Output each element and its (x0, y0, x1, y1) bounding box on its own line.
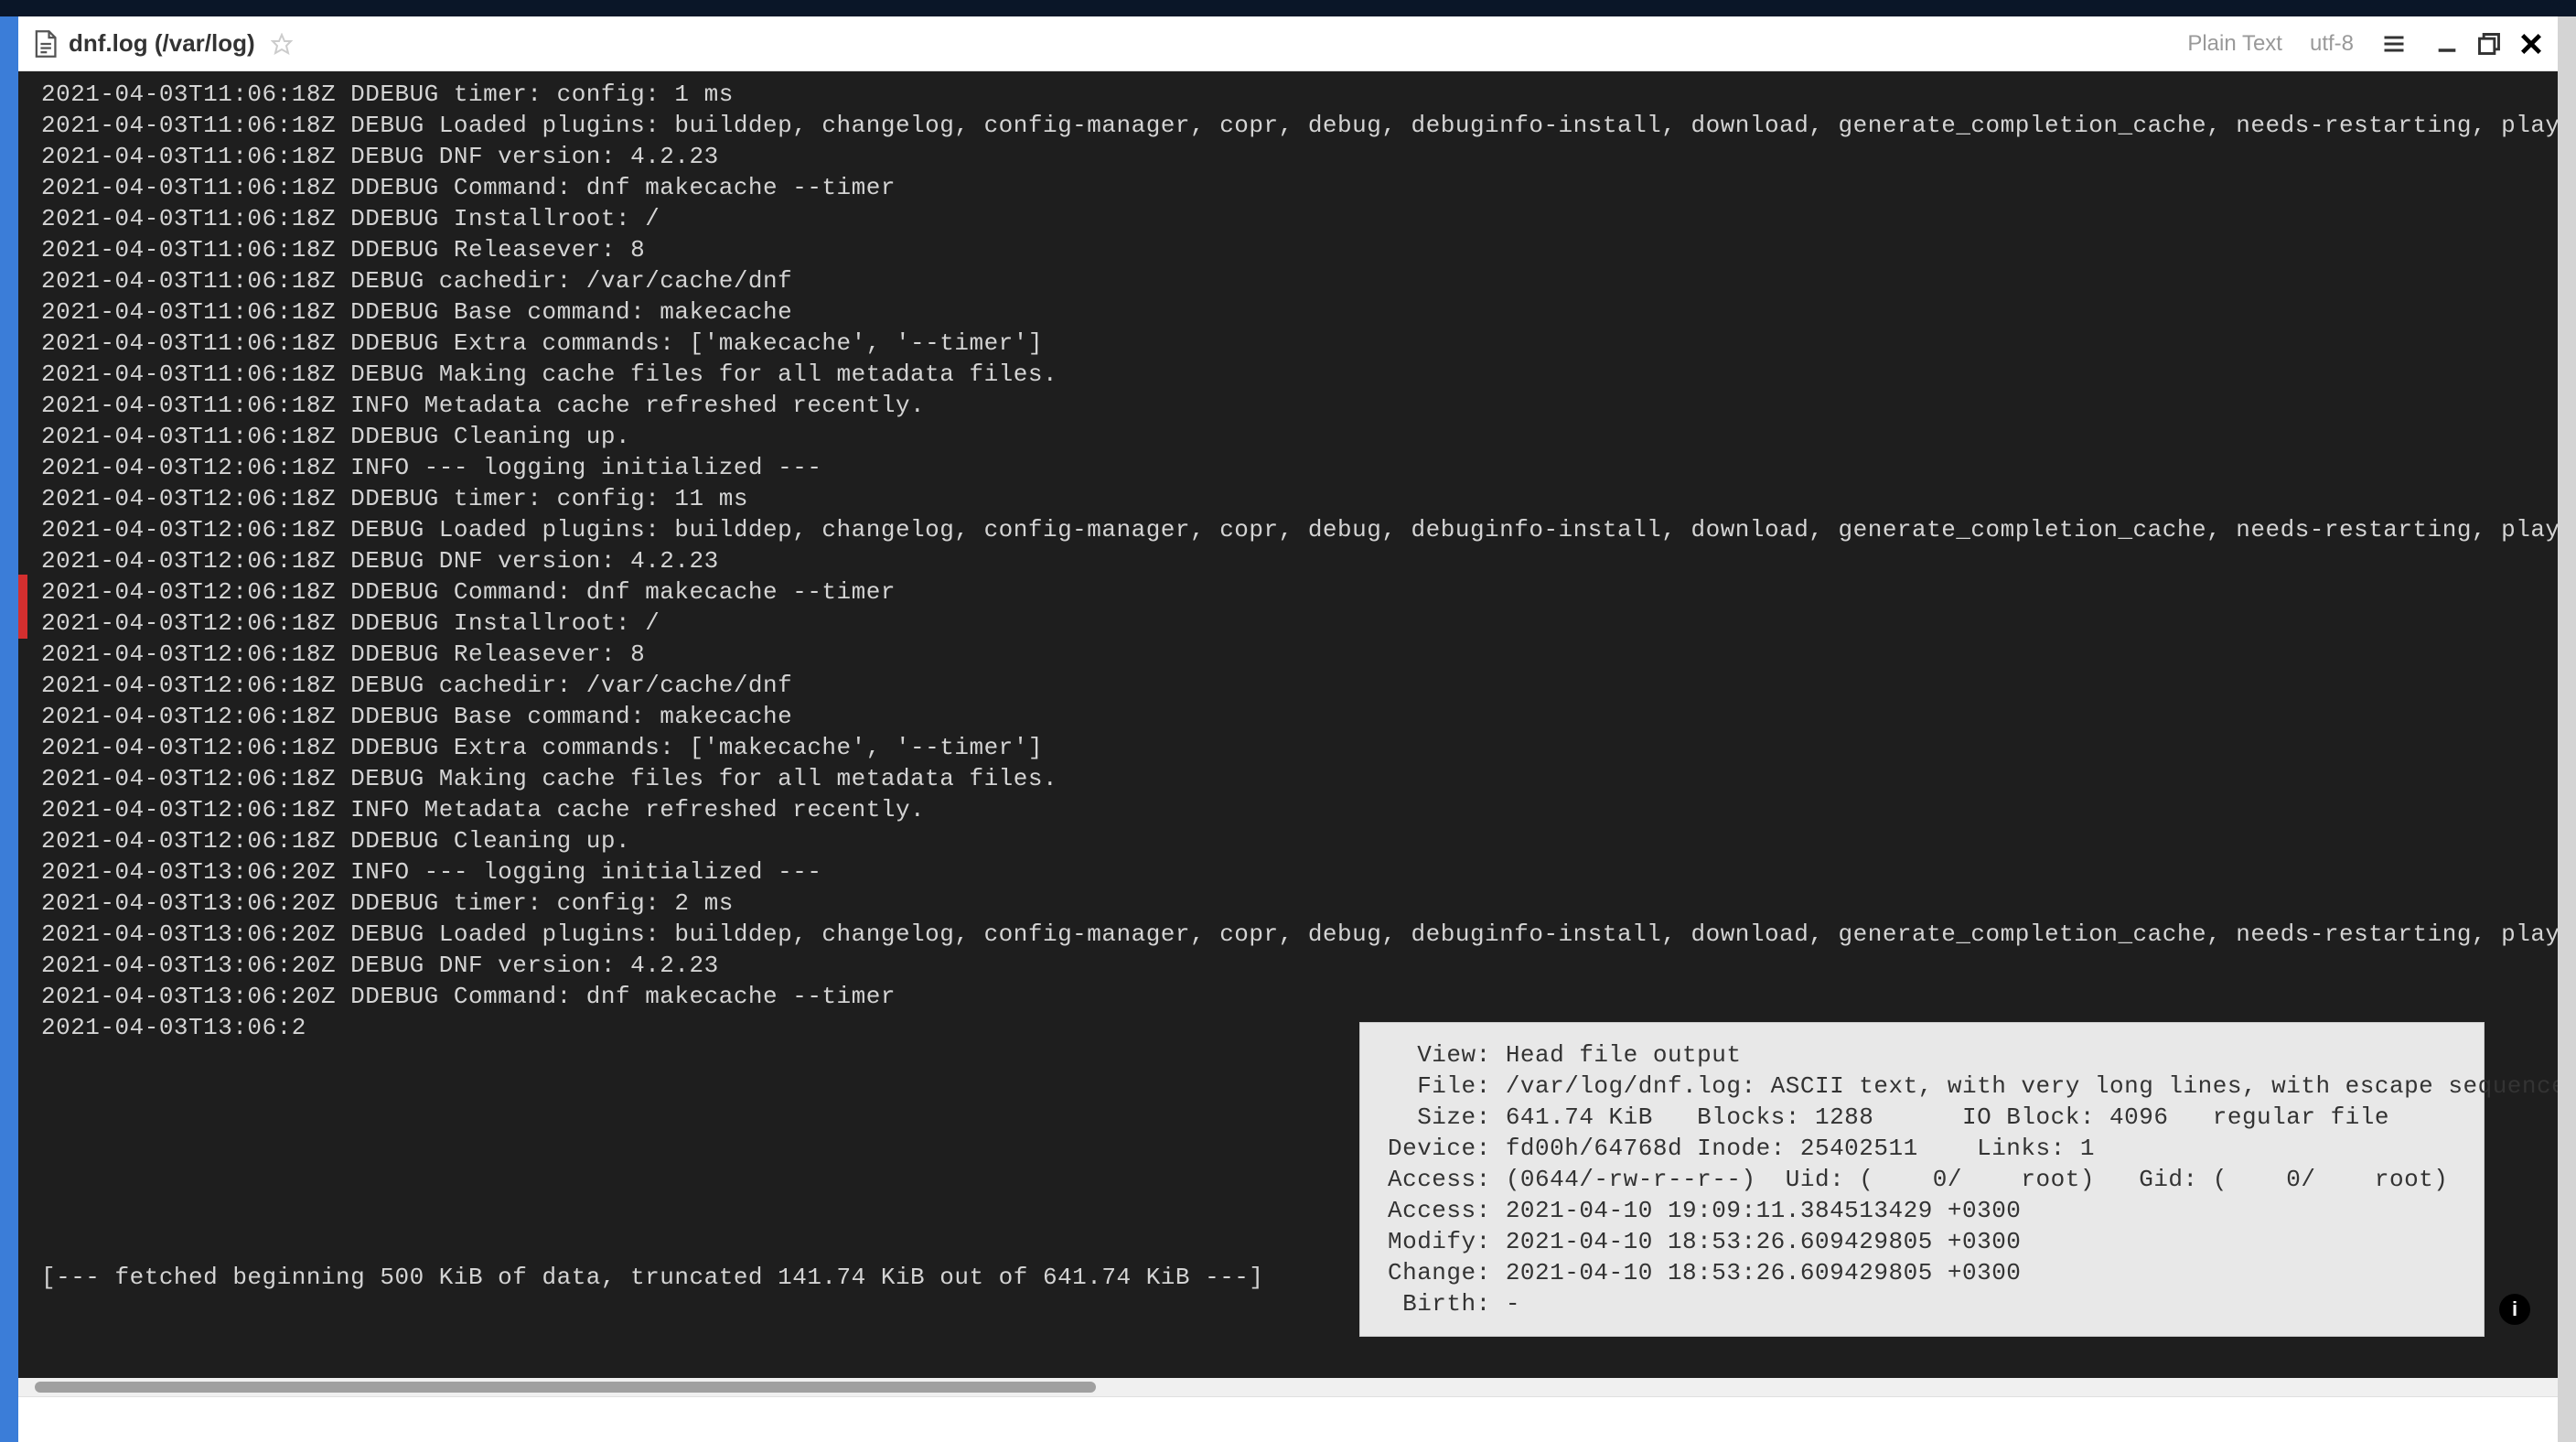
log-line: 2021-04-03T11:06:18Z DDEBUG Cleaning up. (41, 421, 2535, 452)
log-line: 2021-04-03T12:06:18Z DEBUG cachedir: /va… (41, 670, 2535, 701)
truncate-message: [--- fetched beginning 500 KiB of data, … (41, 1264, 1264, 1291)
log-line: 2021-04-03T12:06:18Z DEBUG Making cache … (41, 763, 2535, 794)
log-line: 2021-04-03T11:06:18Z DEBUG Making cache … (41, 359, 2535, 390)
log-line: 2021-04-03T12:06:18Z DDEBUG Releasever: … (41, 639, 2535, 670)
minimize-button[interactable] (2434, 31, 2460, 57)
encoding-label[interactable]: utf-8 (2310, 31, 2354, 57)
log-line: 2021-04-03T13:06:20Z INFO --- logging in… (41, 856, 2535, 888)
log-line: 2021-04-03T11:06:18Z DDEBUG Extra comman… (41, 328, 2535, 359)
syntax-mode-label[interactable]: Plain Text (2187, 31, 2282, 57)
scrollbar-thumb[interactable] (35, 1382, 1096, 1393)
horizontal-scrollbar[interactable] (18, 1378, 2558, 1396)
log-line: 2021-04-03T12:06:18Z DDEBUG Installroot:… (41, 608, 2535, 639)
error-marker (18, 575, 27, 639)
log-line: 2021-04-03T13:06:20Z DDEBUG Command: dnf… (41, 981, 2535, 1012)
log-line: 2021-04-03T12:06:18Z INFO --- logging in… (41, 452, 2535, 483)
close-button[interactable] (2518, 31, 2544, 57)
file-info-panel: View: Head file output File: /var/log/dn… (1359, 1022, 2485, 1337)
log-line: 2021-04-03T12:06:18Z DDEBUG Command: dnf… (41, 576, 2535, 608)
log-line: 2021-04-03T11:06:18Z DDEBUG timer: confi… (41, 79, 2535, 110)
file-icon (32, 29, 58, 59)
log-line: 2021-04-03T11:06:18Z DEBUG cachedir: /va… (41, 265, 2535, 296)
browser-top-bar (0, 0, 2576, 16)
info-badge-icon[interactable]: i (2499, 1294, 2530, 1325)
title-bar: dnf.log (/var/log) Plain Text utf-8 (18, 16, 2558, 71)
log-line: 2021-04-03T11:06:18Z INFO Metadata cache… (41, 390, 2535, 421)
log-line: 2021-04-03T11:06:18Z DDEBUG Installroot:… (41, 203, 2535, 234)
editor-content[interactable]: 2021-04-03T11:06:18Z DDEBUG timer: confi… (18, 71, 2558, 1050)
log-line: 2021-04-03T11:06:18Z DEBUG Loaded plugin… (41, 110, 2535, 141)
title-bar-right: Plain Text utf-8 (2187, 31, 2544, 57)
maximize-button[interactable] (2476, 31, 2502, 57)
editor-area[interactable]: 2021-04-03T11:06:18Z DDEBUG timer: confi… (18, 71, 2558, 1378)
window-controls (2434, 31, 2544, 57)
log-line: 2021-04-03T12:06:18Z DDEBUG Extra comman… (41, 732, 2535, 763)
log-line: 2021-04-03T12:06:18Z DDEBUG timer: confi… (41, 483, 2535, 514)
log-line: 2021-04-03T13:06:20Z DDEBUG timer: confi… (41, 888, 2535, 919)
log-line: 2021-04-03T13:06:20Z DEBUG Loaded plugin… (41, 919, 2535, 950)
log-line: 2021-04-03T12:06:18Z INFO Metadata cache… (41, 794, 2535, 825)
log-line: 2021-04-03T11:06:18Z DEBUG DNF version: … (41, 141, 2535, 172)
hamburger-menu-icon[interactable] (2381, 31, 2407, 57)
log-line: 2021-04-03T13:06:20Z DEBUG DNF version: … (41, 950, 2535, 981)
log-line: 2021-04-03T11:06:18Z DDEBUG Releasever: … (41, 234, 2535, 265)
log-line: 2021-04-03T12:06:18Z DEBUG Loaded plugin… (41, 514, 2535, 545)
status-bar (18, 1396, 2558, 1442)
log-line: 2021-04-03T11:06:18Z DDEBUG Command: dnf… (41, 172, 2535, 203)
file-title: dnf.log (/var/log) (69, 29, 255, 58)
log-line: 2021-04-03T12:06:18Z DDEBUG Cleaning up. (41, 825, 2535, 856)
log-line: 2021-04-03T11:06:18Z DDEBUG Base command… (41, 296, 2535, 328)
star-icon[interactable] (271, 33, 293, 55)
main-window: dnf.log (/var/log) Plain Text utf-8 (18, 16, 2558, 1442)
log-line: 2021-04-03T12:06:18Z DEBUG DNF version: … (41, 545, 2535, 576)
log-line: 2021-04-03T12:06:18Z DDEBUG Base command… (41, 701, 2535, 732)
left-accent-strip (0, 16, 18, 1442)
